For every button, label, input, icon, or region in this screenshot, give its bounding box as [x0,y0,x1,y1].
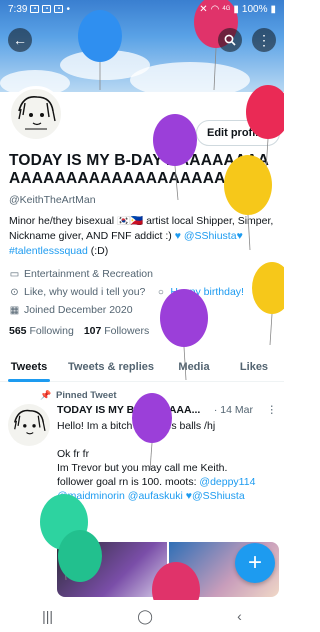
bio-flags: 🇰🇷🇵🇭 [116,215,144,227]
back-button[interactable]: ← [8,28,32,52]
briefcase-icon: ▭ [9,268,20,280]
bio-tail: (:D) [90,245,109,257]
signal-icon: ▮ [233,3,239,15]
tweet-avatar[interactable] [8,404,50,446]
mute-icon: ✕ [199,3,208,15]
status-time: 7:39 [8,3,28,15]
pin-icon: 📌 [40,390,52,400]
dot-icon: • [66,3,70,15]
more-button[interactable]: ⋮ [252,28,276,52]
recent-apps-icon[interactable]: ||| [42,608,53,624]
status-left: 7:39 ▪ ▪ ▪ • [8,4,70,15]
notification-icon: ▪ [30,5,40,13]
follow-stats: 565 Following 107 Followers [9,325,149,337]
media-image[interactable] [57,542,167,597]
avatar-drawing [18,95,56,130]
cloud [130,62,250,92]
pinned-label: Pinned Tweet [56,390,117,401]
tweet-line: Ok fr fr [57,448,90,460]
bio-hashtag-link[interactable]: #talentlesssquad [9,245,88,257]
search-button[interactable] [218,28,242,52]
plus-icon: + [247,549,262,576]
followers-count: 107 [83,325,102,337]
profile-location-row: ⊙ Like, why would i tell you? ○ Happy bi… [9,286,244,298]
tab-likes[interactable]: Likes [224,352,284,381]
location-text: Like, why would i tell you? [24,286,146,298]
tweet-author[interactable]: TODAY IS MY B-DAY AAAA... [57,404,200,416]
mention-link[interactable]: @aufaskuki [128,490,183,502]
status-right: ✕ ◠ 4G ▮ 100% ▮ [199,4,276,15]
profile-name: TODAY IS MY B-DAY AAAAAAAAA AAAAAAAAAAAA… [9,152,272,187]
tweet-header: TODAY IS MY B-DAY AAAA... · 14 Mar ⋮ [57,404,277,416]
tab-tweets-replies[interactable]: Tweets & replies [58,352,164,381]
edit-profile-button[interactable]: Edit profile [196,120,280,146]
search-icon [224,34,236,46]
following-link[interactable]: 565 Following [9,325,74,337]
tweet-line: Hello! Im a bitch that likes balls /hj [57,420,216,432]
location-pin-icon: ⊙ [10,286,19,298]
android-nav-bar: ||| ◯ ‹ [0,600,284,632]
tweet-more-icon[interactable]: ⋮ [266,404,277,416]
profile-avatar[interactable] [8,86,64,142]
blue-heart-icon: ♥ [236,230,243,242]
followers-link[interactable]: 107 Followers [84,325,149,337]
profile-category: ▭ Entertainment & Recreation [9,268,153,280]
signal-label: 4G [222,6,231,12]
mention-link[interactable]: @deppy114 [199,476,255,488]
calendar-icon: ▦ [9,304,20,316]
home-icon[interactable]: ◯ [137,608,153,625]
wifi-icon: ◠ [210,3,220,15]
notification-icon: ▪ [42,5,52,13]
more-vertical-icon: ⋮ [257,31,271,48]
balloon-icon: ○ [157,286,164,298]
profile-joined: ▦ Joined December 2020 [9,304,133,316]
tweet-body: Hello! Im a bitch that likes balls /hj O… [57,419,279,503]
tweet-line: Im Trevor but you may call me Keith. [57,462,228,474]
birthday-link[interactable]: Happy birthday! [170,286,244,298]
balloon-icon [252,262,284,346]
followers-label: Followers [104,325,150,337]
status-bar: 7:39 ▪ ▪ ▪ • ✕ ◠ 4G ▮ 100% ▮ [0,0,284,18]
avatar-drawing [13,409,46,435]
tab-media[interactable]: Media [164,352,224,381]
category-text: Entertainment & Recreation [24,268,153,280]
following-label: Following [29,325,74,337]
tab-tweets[interactable]: Tweets [0,352,58,382]
profile-bio: Minor he/they bisexual 🇰🇷🇵🇭 artist local… [9,214,279,259]
back-nav-icon[interactable]: ‹ [237,608,242,624]
mention-link[interactable]: @SShiusta [192,490,245,502]
mention-link[interactable]: @maidminorin [57,490,125,502]
following-count: 565 [9,325,27,337]
battery-text: 100% [241,3,268,15]
arrow-left-icon: ← [13,32,27,48]
profile-tabs: Tweets Tweets & replies Media Likes [0,352,284,382]
tweet-text: follower goal rn is 100. moots: [57,476,200,488]
profile-handle: @KeithTheArtMan [9,194,96,206]
blue-heart-icon: ♥ [174,230,181,242]
compose-tweet-button[interactable]: + [235,543,275,583]
tweet-line: follower goal rn is 100. moots: @deppy11… [57,475,279,503]
tweet-date[interactable]: · 14 Mar [214,404,253,416]
battery-icon: ▮ [270,3,276,15]
joined-text: Joined December 2020 [24,304,133,316]
bio-mention-link[interactable]: @SShiusta [184,230,237,242]
bio-text: Minor he/they bisexual [9,215,115,227]
notification-icon: ▪ [54,5,64,13]
